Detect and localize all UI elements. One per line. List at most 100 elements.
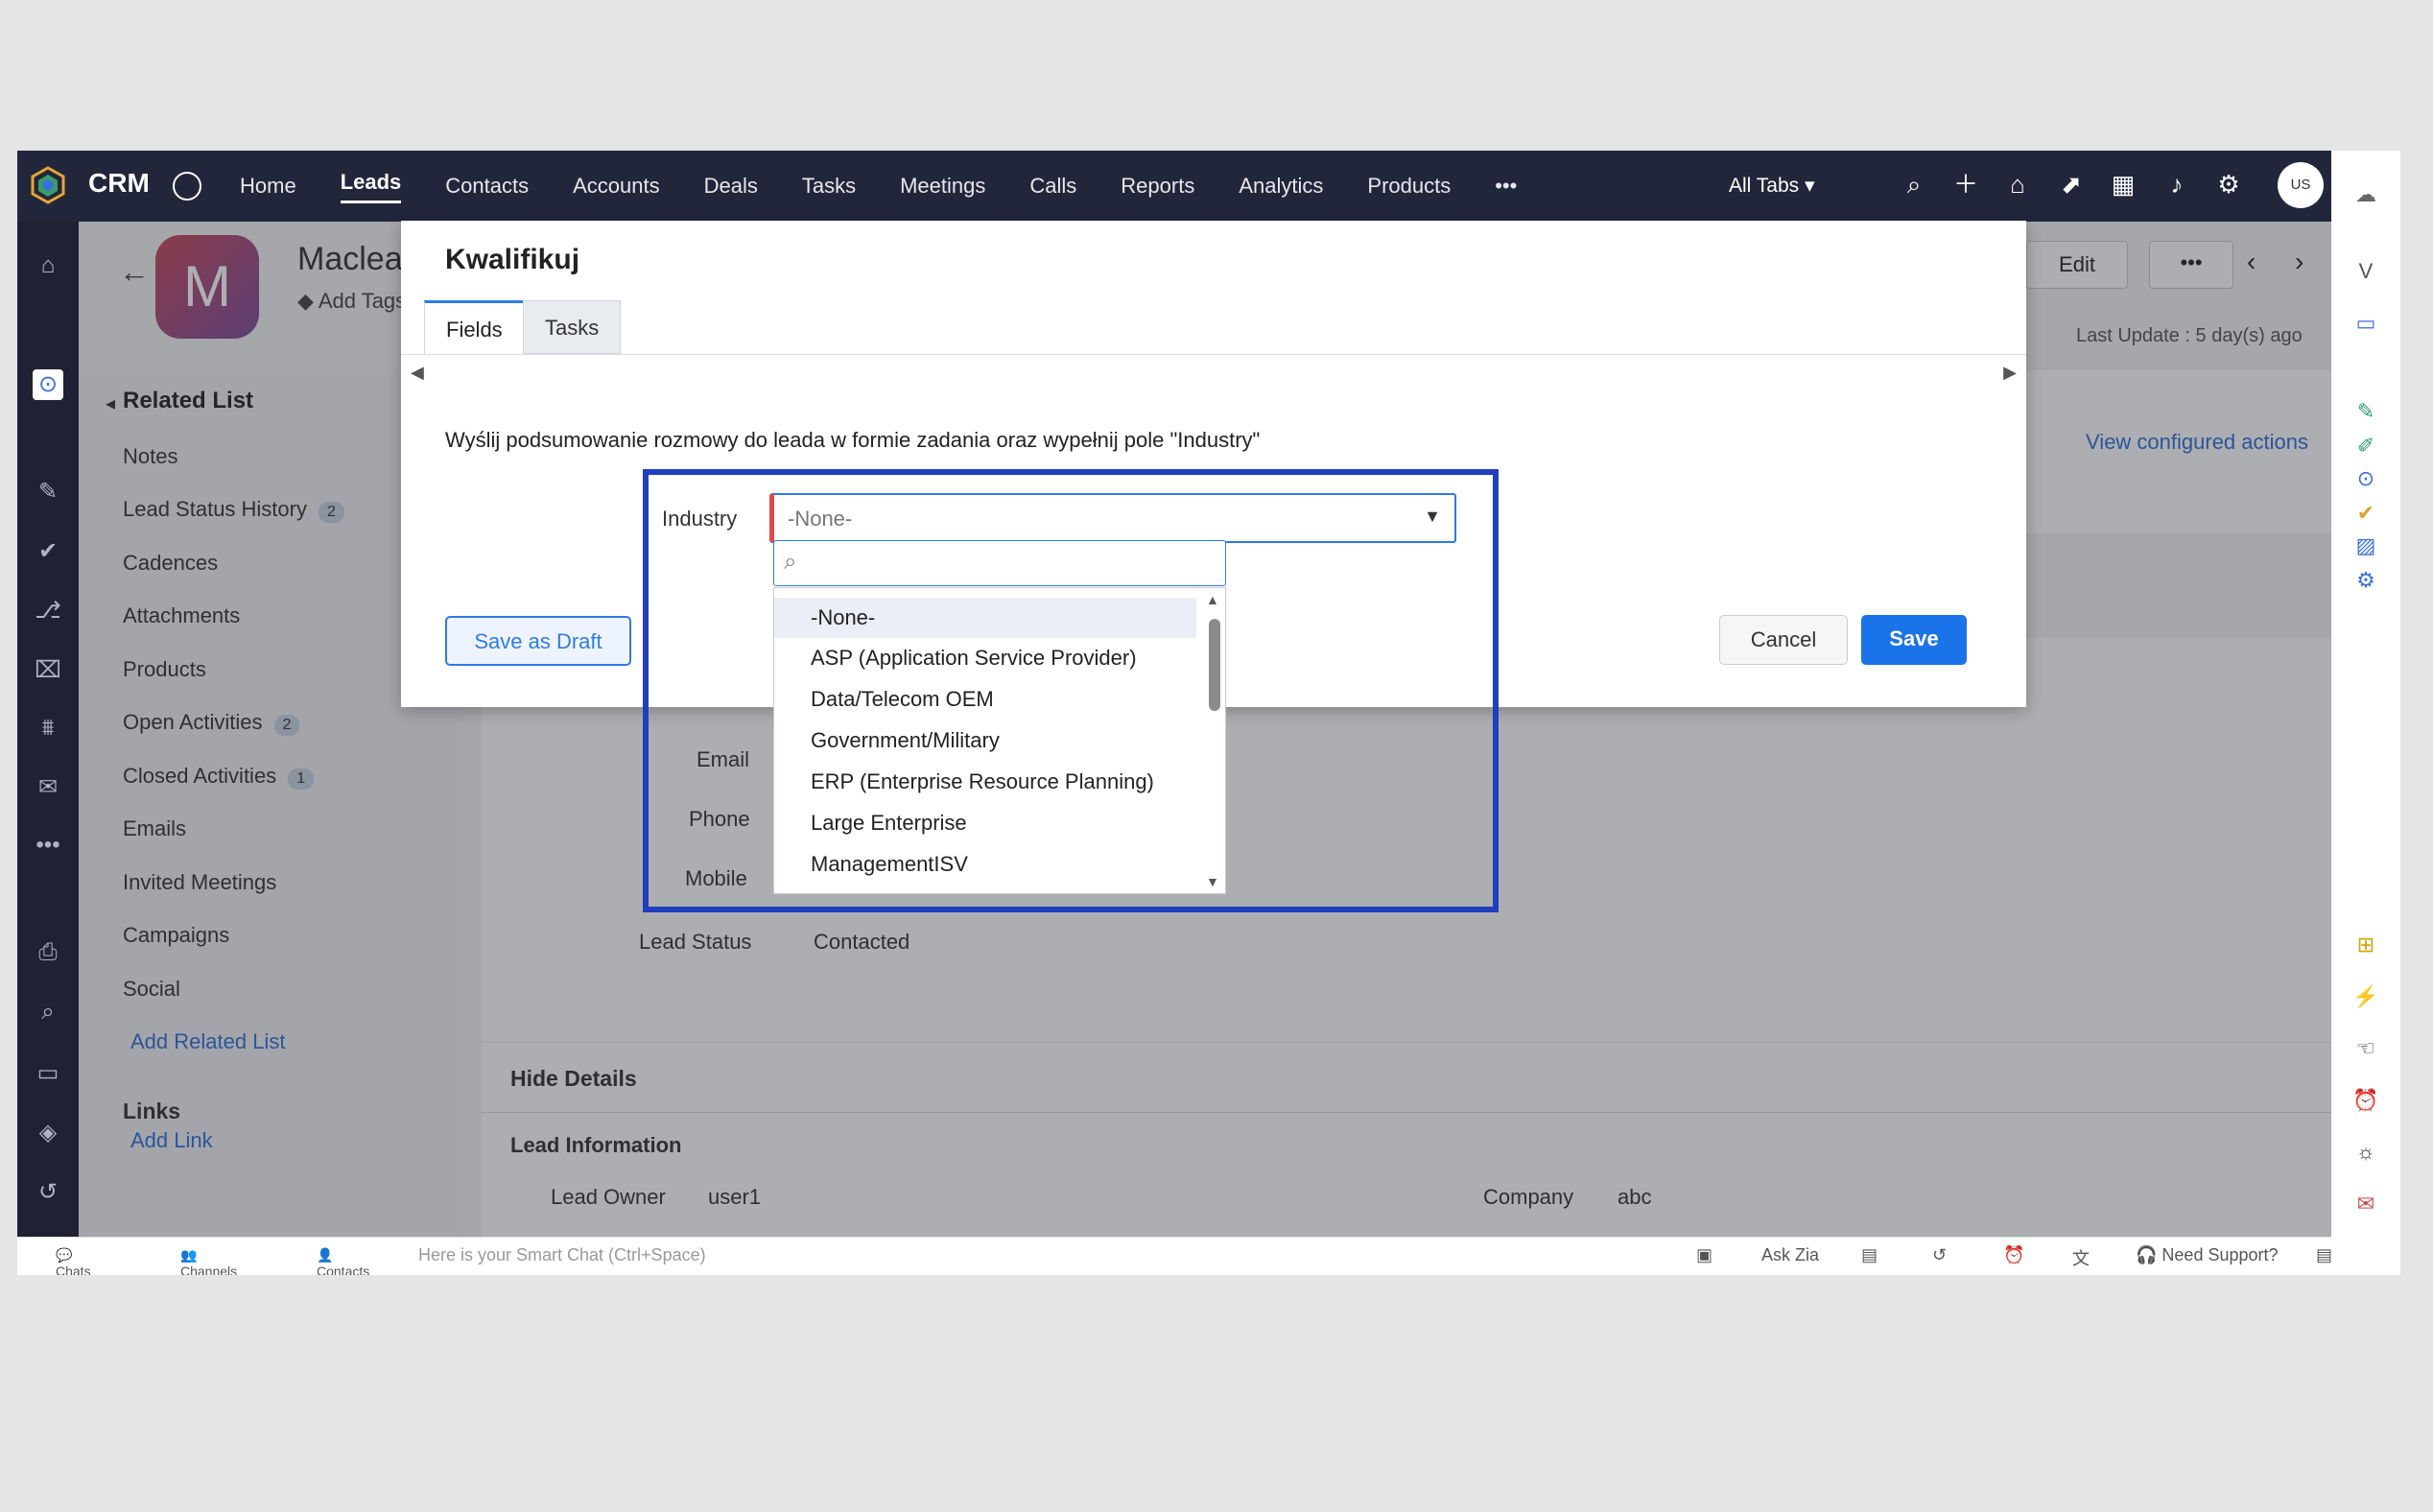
refresh-icon[interactable]: ↺ xyxy=(33,1177,63,1208)
tabs-divider xyxy=(401,354,2026,355)
mail-icon[interactable]: ✉ xyxy=(33,772,63,803)
channels-label: Channels xyxy=(180,1264,238,1275)
gear-icon[interactable]: ⚙ xyxy=(2214,170,2243,199)
nav-deals[interactable]: Deals xyxy=(704,174,758,199)
feedback-icon[interactable]: ✉ xyxy=(2350,1189,2381,1219)
search-icon[interactable]: ⌕ xyxy=(1900,170,1928,199)
scroll-down-icon[interactable]: ▼ xyxy=(1206,874,1219,889)
industry-label: Industry xyxy=(662,507,738,531)
nav-more-button[interactable]: ••• xyxy=(1495,174,1517,199)
tab-tasks[interactable]: Tasks xyxy=(523,300,621,354)
main-nav: Home Leads Contacts Accounts Deals Tasks… xyxy=(240,151,1561,222)
save-as-draft-button[interactable]: Save as Draft xyxy=(445,616,631,666)
scroll-left-icon[interactable]: ◀ xyxy=(411,363,424,383)
all-tabs-dropdown[interactable]: All Tabs ▾ xyxy=(1729,174,1815,198)
cancel-button[interactable]: Cancel xyxy=(1719,615,1848,665)
industry-option[interactable]: ASP (Application Service Provider) xyxy=(774,638,1196,678)
nav-reports[interactable]: Reports xyxy=(1121,174,1194,199)
feather-icon[interactable]: ✎ xyxy=(33,477,63,508)
inbox-icon[interactable]: ⌧ xyxy=(33,655,63,686)
chart-icon[interactable]: ▨ xyxy=(2350,531,2381,561)
contacts-button[interactable]: 👤 Contacts xyxy=(317,1247,369,1275)
bottom-smart-chat-bar: 💬 Chats 👥 Channels 👤 Contacts Here is your … xyxy=(17,1237,2349,1275)
settings-icon[interactable]: ⚙ xyxy=(2350,565,2381,596)
smart-chat-input[interactable]: Here is your Smart Chat (Ctrl+Space) xyxy=(418,1245,706,1265)
scroll-right-icon[interactable]: ▶ xyxy=(2003,363,2017,383)
home-icon[interactable]: ⌂ xyxy=(33,250,63,281)
wallet-icon[interactable]: ▭ xyxy=(2350,308,2381,339)
globe-icon[interactable] xyxy=(173,172,201,201)
nav-accounts[interactable]: Accounts xyxy=(573,174,660,199)
nav-meetings[interactable]: Meetings xyxy=(900,174,985,199)
options-scrollbar[interactable]: ▲ ▼ xyxy=(1202,588,1225,893)
modal-description: Wyślij podsumowanie rozmowy do leada w f… xyxy=(445,428,1261,452)
scroll-up-icon[interactable]: ▲ xyxy=(1206,592,1219,607)
nav-analytics[interactable]: Analytics xyxy=(1239,174,1323,199)
industry-option[interactable]: Data/Telecom OEM xyxy=(774,679,1196,720)
channels-button[interactable]: 👥 Channels xyxy=(180,1247,237,1275)
translate-icon[interactable]: 文 xyxy=(2072,1245,2090,1270)
plus-icon[interactable]: ＋ xyxy=(1951,170,1980,199)
check-icon[interactable]: ✔ xyxy=(33,536,63,567)
marketplace-icon[interactable]: ⌂ xyxy=(2003,170,2032,199)
alarm-icon[interactable]: ⏰ xyxy=(2350,1085,2381,1116)
industry-select[interactable]: -None- ▼ xyxy=(769,493,1456,543)
nav-contacts[interactable]: Contacts xyxy=(445,174,529,199)
screen-icon[interactable]: ▣ xyxy=(1696,1245,1713,1265)
funnel-icon[interactable]: ⩩ xyxy=(33,713,63,744)
calendar-icon[interactable]: ▦ xyxy=(2109,170,2138,199)
chats-button[interactable]: 💬 Chats xyxy=(56,1247,91,1275)
store-icon[interactable]: ▤ xyxy=(2316,1245,2332,1265)
link-icon[interactable]: ⊙ xyxy=(33,369,63,400)
chevron-down-icon: ▼ xyxy=(1424,507,1441,526)
nav-products[interactable]: Products xyxy=(1367,174,1451,199)
link-icon[interactable]: ⊙ xyxy=(2350,463,2381,494)
industry-search-box[interactable]: ⌕ xyxy=(773,540,1226,586)
notification-icon[interactable]: ☜ xyxy=(2350,1033,2381,1064)
ask-zia-button[interactable]: Ask Zia xyxy=(1761,1245,1819,1265)
scrollbar-thumb[interactable] xyxy=(1209,619,1220,711)
bell-icon[interactable]: ♪ xyxy=(2162,170,2191,199)
industry-option[interactable]: Large Enterprise xyxy=(774,803,1196,843)
check-icon[interactable]: ✔ xyxy=(2350,498,2381,529)
pin-icon[interactable]: ✎ xyxy=(2350,396,2381,427)
tags-icon[interactable]: ◈ xyxy=(33,1118,63,1148)
activity-chart-icon[interactable]: ⬈ xyxy=(2057,170,2086,199)
wallet-icon[interactable]: ▭ xyxy=(33,1058,63,1089)
chats-label: Chats xyxy=(56,1264,91,1275)
right-rail: ☁ V ▭ ✎ ✐ ⊙ ✔ ▨ ⚙ ⊞ ⚡ ☜ ⏰ ☼ ✉ xyxy=(2331,151,2400,1275)
top-navigation-bar: CRM Home Leads Contacts Accounts Deals T… xyxy=(17,151,2349,222)
document-icon[interactable]: ⎙ xyxy=(33,937,63,968)
nav-tasks[interactable]: Tasks xyxy=(802,174,856,199)
cloud-icon[interactable]: ☁ xyxy=(2350,179,2381,210)
alarm-icon[interactable]: ⏰ xyxy=(2003,1245,2024,1265)
user-avatar[interactable]: US xyxy=(2278,162,2324,208)
industry-option[interactable]: ERP (Enterprise Resource Planning) xyxy=(774,762,1196,802)
need-support-label: Need Support? xyxy=(2161,1245,2279,1264)
contacts-label: Contacts xyxy=(317,1264,370,1275)
crm-logo-icon xyxy=(31,166,65,204)
industry-options-list: -None- ASP (Application Service Provider… xyxy=(773,587,1226,894)
brand-name[interactable]: CRM xyxy=(88,168,150,199)
modal-title: Kwalifikuj xyxy=(445,244,580,275)
zia-icon[interactable]: V xyxy=(2350,256,2381,287)
search-analytics-icon[interactable]: ⌕ xyxy=(33,997,63,1028)
bulb-icon[interactable]: ☼ xyxy=(2350,1137,2381,1168)
tab-fields[interactable]: Fields xyxy=(424,300,524,354)
journey-icon[interactable]: ⎇ xyxy=(33,596,63,626)
notes-icon[interactable]: ▤ xyxy=(1861,1245,1878,1265)
more-dots-icon[interactable]: ••• xyxy=(33,830,63,861)
save-button[interactable]: Save xyxy=(1861,615,1967,665)
edit-icon[interactable]: ✐ xyxy=(2350,431,2381,461)
nav-leads[interactable]: Leads xyxy=(340,170,402,203)
industry-option[interactable]: ManagementISV xyxy=(774,844,1196,885)
industry-option[interactable]: -None- xyxy=(774,598,1196,638)
nav-calls[interactable]: Calls xyxy=(1029,174,1076,199)
add-note-icon[interactable]: ⊞ xyxy=(2350,930,2381,960)
industry-option[interactable]: Government/Military xyxy=(774,721,1196,761)
industry-search-input[interactable] xyxy=(813,545,1219,583)
lightning-icon[interactable]: ⚡ xyxy=(2350,981,2381,1012)
nav-home[interactable]: Home xyxy=(240,174,296,199)
need-support-button[interactable]: 🎧 Need Support? xyxy=(2136,1245,2279,1265)
history-icon[interactable]: ↺ xyxy=(1932,1245,1947,1265)
